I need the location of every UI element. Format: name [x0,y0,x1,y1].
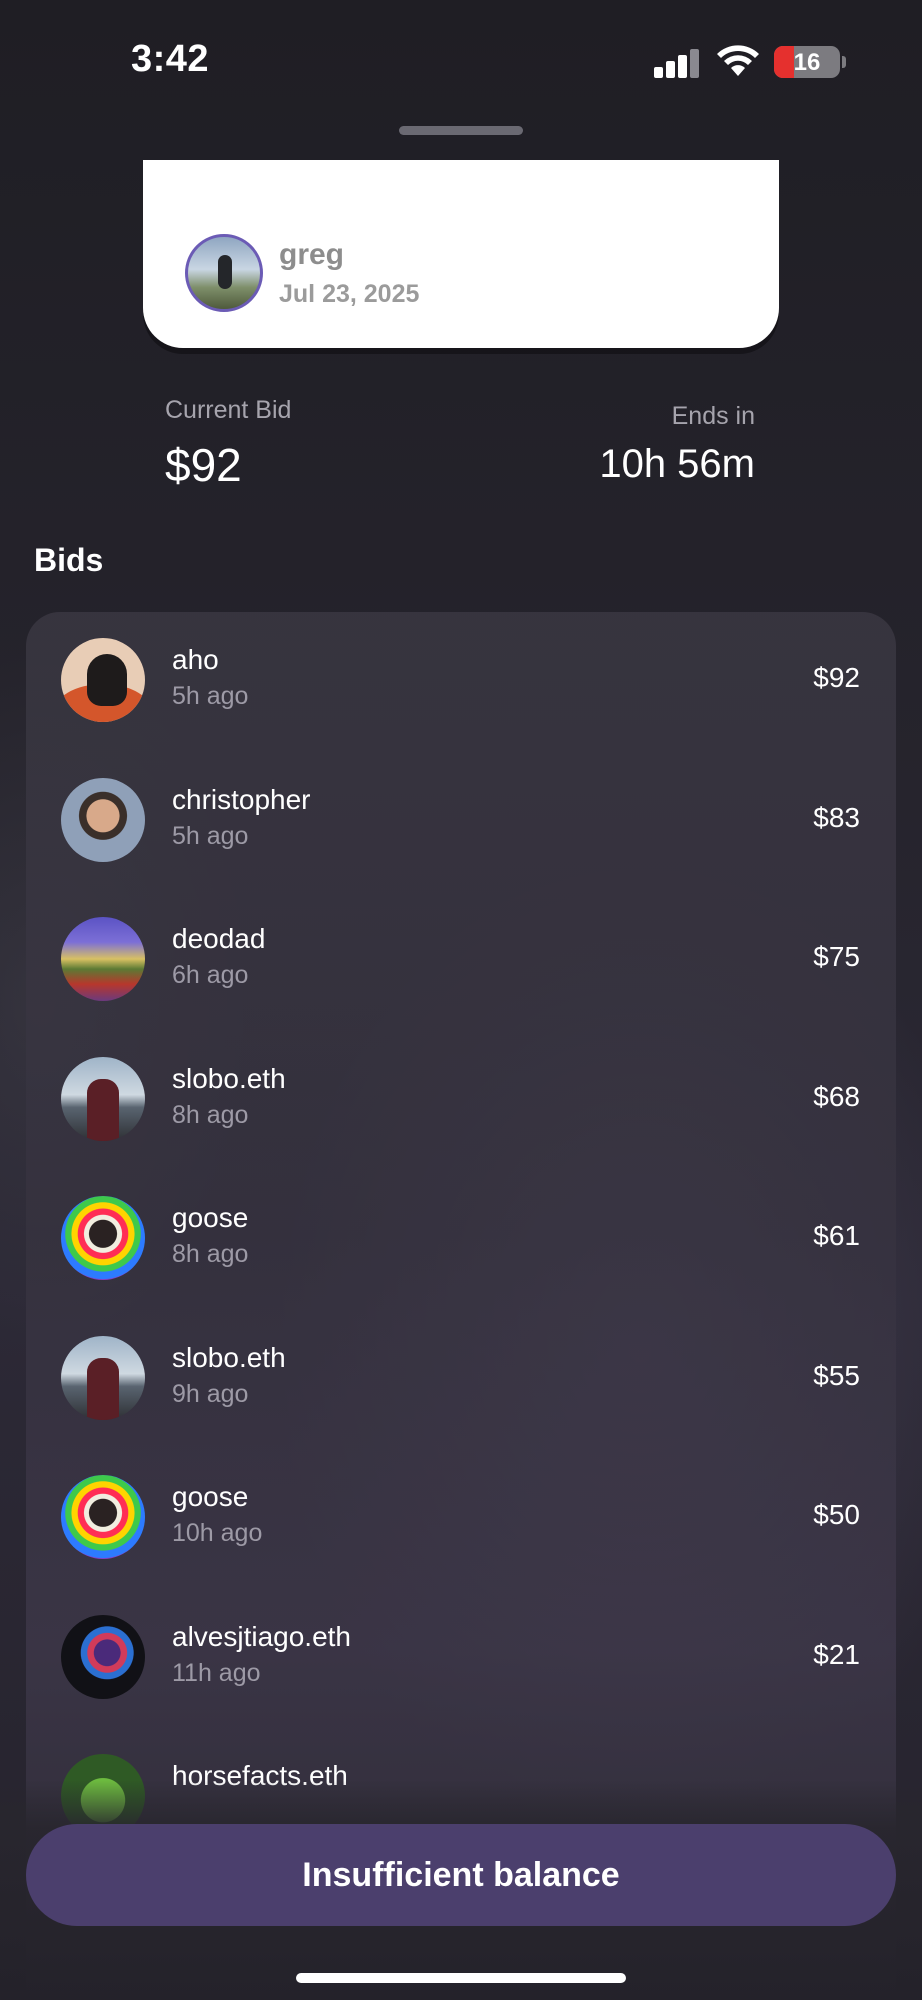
bid-row[interactable]: deodad 6h ago $75 [26,889,896,1029]
bidder-name: alvesjtiago.eth [172,1621,352,1652]
creator-name: greg [279,238,345,271]
bid-row[interactable]: slobo.eth 9h ago $55 [26,1308,896,1448]
bid-amount: $50 [813,1499,860,1530]
bidder-avatar[interactable] [61,1057,145,1141]
bidder-name: deodad [172,923,266,954]
bid-amount: $83 [813,802,860,833]
bidder-avatar[interactable] [61,1196,145,1280]
bid-row[interactable]: goose 10h ago $50 [26,1447,896,1587]
bid-time: 11h ago [172,1659,261,1687]
bidder-avatar[interactable] [61,917,145,1001]
creator-avatar[interactable] [185,234,263,312]
bidder-avatar[interactable] [61,1615,145,1699]
bid-time: 5h ago [172,822,249,850]
bid-row[interactable]: aho 5h ago $92 [26,610,896,750]
bidder-avatar[interactable] [61,1475,145,1559]
bidder-name: slobo.eth [172,1342,286,1373]
bid-time: 5h ago [172,682,249,710]
bid-amount: $55 [813,1360,860,1391]
bid-row[interactable]: slobo.eth 8h ago $68 [26,1029,896,1169]
ends-in-value: 10h 56m [599,442,755,486]
wifi-icon [717,45,759,76]
ends-in-label: Ends in [671,402,755,430]
bid-amount: $75 [813,941,860,972]
current-bid-value: $92 [165,439,242,491]
battery-cap [842,56,846,68]
bidder-name: goose [172,1202,249,1233]
bidder-name: christopher [172,784,311,815]
home-indicator[interactable] [296,1973,626,1983]
bid-amount: $21 [813,1639,860,1670]
bid-row[interactable]: alvesjtiago.eth 11h ago $21 [26,1587,896,1727]
battery-icon: 16 [774,46,840,78]
bid-amount: $68 [813,1081,860,1112]
bidder-name: slobo.eth [172,1063,286,1094]
insufficient-balance-button[interactable]: Insufficient balance [26,1824,896,1926]
bid-amount: $61 [813,1220,860,1251]
bid-time: 8h ago [172,1101,249,1129]
bidder-avatar[interactable] [61,638,145,722]
status-time: 3:42 [131,38,210,80]
bid-time: 10h ago [172,1519,263,1547]
post-date: Jul 23, 2025 [279,280,420,308]
sheet-grabber[interactable] [399,126,523,135]
bid-row[interactable]: christopher 5h ago $83 [26,750,896,890]
bidder-name: aho [172,644,219,675]
battery-level: 16 [793,49,821,76]
bidder-avatar[interactable] [61,1336,145,1420]
bidder-name: goose [172,1481,249,1512]
post-card[interactable]: greg Jul 23, 2025 [143,160,779,348]
bid-amount: $92 [813,662,860,693]
current-bid-label: Current Bid [165,396,292,424]
bid-time: 8h ago [172,1240,249,1268]
bid-row[interactable]: goose 8h ago $61 [26,1168,896,1308]
cellular-signal-icon [654,48,700,78]
bid-time: 9h ago [172,1380,249,1408]
bidder-avatar[interactable] [61,778,145,862]
bid-time: 6h ago [172,961,249,989]
status-bar: 3:42 16 [0,0,922,120]
bids-heading: Bids [34,542,104,578]
